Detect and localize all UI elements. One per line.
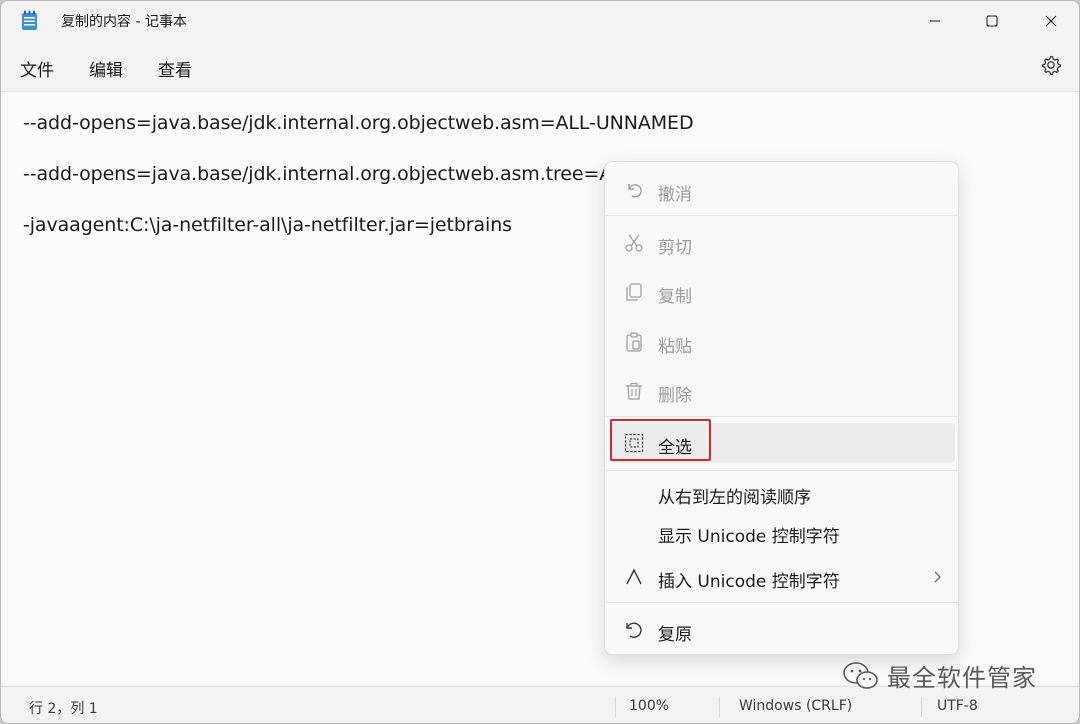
scissors-icon [625,234,643,252]
menu-show-unicode[interactable]: 显示 Unicode 控制字符 [610,512,955,552]
caret-insert-icon [626,568,642,585]
menu-paste-label: 粘贴 [658,337,692,357]
menu-separator [606,470,959,471]
menu-cut[interactable]: 剪切 [610,223,955,263]
watermark-text: 最全软件管家 [887,664,1037,692]
context-menu: 撤消 剪切 复制 粘贴 删除 全选 从右到左的阅读顺序 显示 Unicode 控… [604,161,959,655]
copy-icon [626,283,642,301]
editor-line: --add-opens=java.base/jdk.internal.org.o… [23,112,694,134]
menu-delete[interactable]: 删除 [610,371,955,411]
editor-line: --add-opens=java.base/jdk.internal.org.o… [23,163,613,185]
annotation-highlight-box [610,419,711,461]
close-icon [1045,15,1057,27]
zoom-level[interactable]: 100% [629,698,669,714]
notepad-app-icon [22,10,37,30]
status-divider [921,697,922,717]
menu-copy[interactable]: 复制 [610,272,955,312]
menu-show-unicode-label: 显示 Unicode 控制字符 [658,527,840,547]
menu-separator [606,416,959,417]
reconvert-icon [626,622,642,638]
minimize-button[interactable] [905,1,965,41]
maximize-button[interactable] [962,1,1022,41]
title-bar: 复制的内容 - 记事本 [1,1,1079,41]
menu-undo-label: 撤消 [658,185,692,205]
menu-delete-label: 删除 [658,386,692,406]
undo-icon [628,184,642,198]
menu-rtl-reading-order[interactable]: 从右到左的阅读顺序 [610,473,955,513]
close-button[interactable] [1021,1,1079,41]
status-divider [615,697,616,717]
menu-paste[interactable]: 粘贴 [610,322,955,362]
menu-view[interactable]: 查看 [154,54,196,83]
menu-cut-label: 剪切 [658,238,692,258]
settings-gear-icon[interactable] [1039,53,1063,77]
chevron-right-icon [934,571,941,583]
trash-icon [626,382,642,400]
notepad-window: 复制的内容 - 记事本 文件 编辑 查看 --add-opens=java.ba… [0,0,1080,724]
encoding[interactable]: UTF-8 [937,698,978,714]
menu-insert-unicode[interactable]: 插入 Unicode 控制字符 [610,557,955,597]
menu-rtl-label: 从右到左的阅读顺序 [658,488,811,508]
menu-reconversion[interactable]: 复原 [610,610,955,650]
line-ending[interactable]: Windows (CRLF) [739,698,852,714]
watermark: 最全软件管家 [843,658,1037,693]
maximize-icon [986,15,998,27]
cursor-position: 行 2，列 1 [29,701,98,717]
menu-file[interactable]: 文件 [16,54,58,83]
menu-separator [606,602,959,603]
status-divider [719,697,720,717]
menu-restore-label: 复原 [658,625,692,645]
menu-separator [606,215,959,216]
clipboard-icon [626,332,642,352]
menu-undo[interactable]: 撤消 [610,170,955,210]
menu-edit[interactable]: 编辑 [85,54,127,83]
menu-insert-unicode-label: 插入 Unicode 控制字符 [658,572,840,592]
window-title: 复制的内容 - 记事本 [61,14,187,30]
minimize-icon [930,20,940,22]
menu-copy-label: 复制 [658,287,692,307]
editor-line: -javaagent:C:\ja-netfilter-all\ja-netfil… [23,214,512,236]
wechat-logo-icon [843,661,878,689]
menu-bar: 文件 编辑 查看 [1,45,1079,89]
